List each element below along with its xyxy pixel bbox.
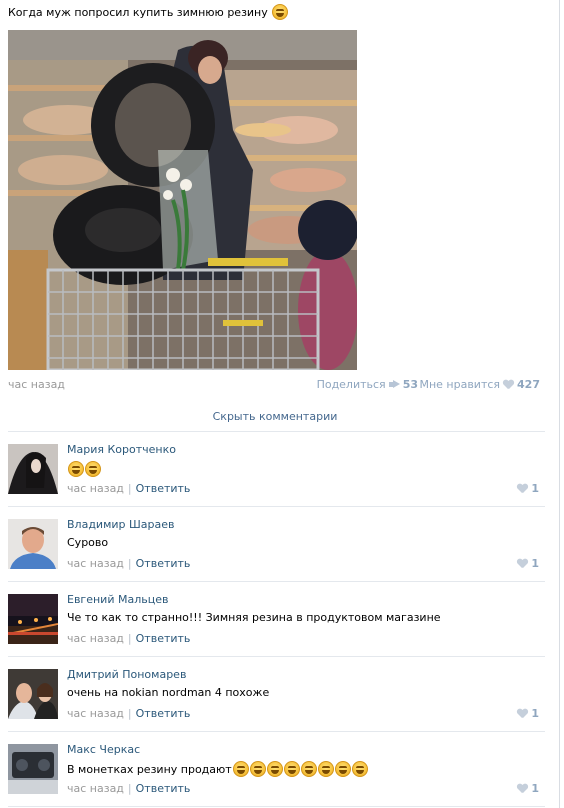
avatar-image xyxy=(8,594,58,644)
reply-button[interactable]: Ответить xyxy=(136,782,191,795)
laughing-emoji-icon xyxy=(68,461,84,477)
avatar[interactable] xyxy=(8,669,58,719)
heart-icon xyxy=(517,484,528,494)
comment-item: Мария Коротченко час назад | Ответить 1 xyxy=(8,432,545,507)
comment-like-button[interactable]: 1 xyxy=(517,482,539,495)
laughing-emoji-icon xyxy=(271,4,288,20)
comment-text xyxy=(67,461,101,477)
avatar-image xyxy=(8,444,58,494)
laughing-emoji-icon xyxy=(85,461,101,477)
comment-meta: час назад | Ответить xyxy=(67,782,191,795)
post-photo[interactable] xyxy=(8,30,357,370)
comment-author[interactable]: Макс Черкас xyxy=(67,743,140,756)
comment-author[interactable]: Мария Коротченко xyxy=(67,443,176,456)
comment-text: В монетках резину продают xyxy=(67,761,368,777)
post-time: час назад xyxy=(8,378,65,391)
comment-like-count: 1 xyxy=(531,557,539,570)
reply-button[interactable]: Ответить xyxy=(136,707,191,720)
comment-time: час назад xyxy=(67,482,124,495)
share-button[interactable]: Поделиться 53 xyxy=(317,378,418,391)
comment-author[interactable]: Дмитрий Пономарев xyxy=(67,668,186,681)
comment-item: Макс Черкас В монетках резину продают ча… xyxy=(8,732,545,807)
reply-button[interactable]: Ответить xyxy=(136,482,191,495)
comment-like-button[interactable]: 1 xyxy=(517,707,539,720)
comment-time: час назад xyxy=(67,707,124,720)
post-text-label: Когда муж попросил купить зимнюю резину xyxy=(8,5,268,19)
comment-item: Владимир Шараев Сурово час назад | Ответит… xyxy=(8,507,545,582)
squinting-emoji-icon xyxy=(351,761,368,777)
comment-item: Евгений Мальцев Че то как то странно!!! … xyxy=(8,582,545,657)
comment-meta: час назад | Ответить xyxy=(67,707,191,720)
photo-illustration xyxy=(8,30,357,370)
like-count: 427 xyxy=(517,378,540,391)
avatar[interactable] xyxy=(8,444,58,494)
avatar[interactable] xyxy=(8,594,58,644)
reply-button[interactable]: Ответить xyxy=(136,557,191,570)
squinting-emoji-icon xyxy=(334,761,351,777)
comment-meta: час назад | Ответить xyxy=(67,557,191,570)
heart-icon xyxy=(517,709,528,719)
share-count: 53 xyxy=(402,378,418,391)
comment-like-count: 1 xyxy=(531,707,539,720)
comment-text: Че то как то странно!!! Зимняя резина в … xyxy=(67,611,441,624)
share-label: Поделиться xyxy=(316,378,386,391)
avatar-image xyxy=(8,519,58,569)
comment-item: Дмитрий Пономарев очень на nokian nordma… xyxy=(8,657,545,732)
comment-like-button[interactable]: 1 xyxy=(517,782,539,795)
comment-author[interactable]: Евгений Мальцев xyxy=(67,593,168,606)
comment-like-count: 1 xyxy=(531,482,539,495)
comment-meta: час назад | Ответить xyxy=(67,482,191,495)
avatar[interactable] xyxy=(8,744,58,794)
reply-button[interactable]: Ответить xyxy=(136,632,191,645)
avatar-image xyxy=(8,669,58,719)
heart-icon xyxy=(503,380,514,390)
comment-meta: час назад | Ответить xyxy=(67,632,191,645)
heart-icon xyxy=(517,559,528,569)
comment-like-count: 1 xyxy=(531,782,539,795)
comment-time: час назад xyxy=(67,557,124,570)
comment-text: очень на nokian nordman 4 похоже xyxy=(67,686,270,699)
comment-text-label: В монетках резину продают xyxy=(67,762,232,776)
heart-icon xyxy=(517,784,528,794)
comment-like-button[interactable]: 1 xyxy=(517,557,539,570)
avatar-image xyxy=(8,744,58,794)
laughing-emoji-icon xyxy=(232,761,249,777)
like-button[interactable]: Мне нравится 427 xyxy=(419,378,540,391)
post-meta-row: час назад Поделиться 53 Мне нравится 427 xyxy=(8,378,540,392)
grinning-emoji-icon xyxy=(300,761,317,777)
post-text: Когда муж попросил купить зимнюю резину xyxy=(8,4,288,20)
avatar[interactable] xyxy=(8,519,58,569)
laughing-emoji-icon xyxy=(266,761,283,777)
laughing-emoji-icon xyxy=(283,761,300,777)
comment-time: час назад xyxy=(67,782,124,795)
megaphone-icon xyxy=(388,380,400,389)
like-label: Мне нравится xyxy=(419,378,501,391)
comment-text: Сурово xyxy=(67,536,109,549)
laughing-emoji-icon xyxy=(249,761,266,777)
hide-comments-link[interactable]: Скрыть комментарии xyxy=(0,410,550,423)
squinting-emoji-icon xyxy=(317,761,334,777)
comment-time: час назад xyxy=(67,632,124,645)
comment-author[interactable]: Владимир Шараев xyxy=(67,518,174,531)
page-right-border xyxy=(559,0,560,808)
